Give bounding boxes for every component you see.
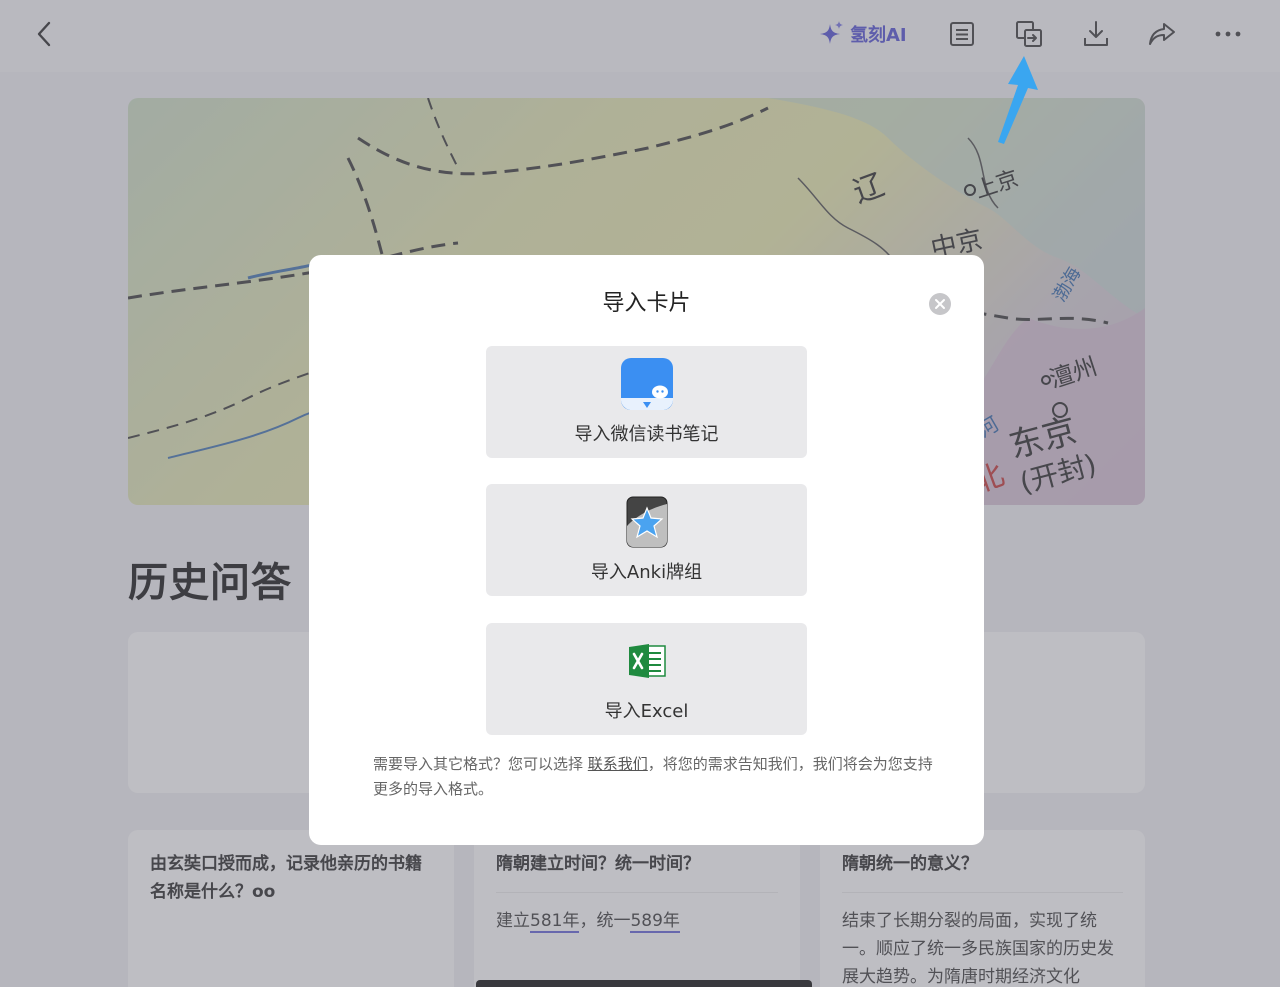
dialog-title: 导入卡片 [602,291,691,316]
anki-icon [621,496,673,548]
close-icon [935,299,945,309]
option-label: 导入微信读书笔记 [574,424,719,445]
contact-us-link[interactable]: 联系我们 [588,755,648,773]
import-anki-button[interactable]: 导入Anki牌组 [486,484,807,596]
option-label: 导入Anki牌组 [590,562,703,583]
pointer-arrow-icon [998,56,1038,144]
dialog-note: 需要导入其它格式？您可以选择 联系我们，将您的需求告知我们，我们将会为您支持更多… [373,752,933,802]
option-label: 导入Excel [604,701,689,722]
import-excel-button[interactable]: 导入Excel [486,623,807,735]
close-button[interactable] [929,293,951,315]
note-text: 需要导入其它格式？您可以选择 [373,755,588,773]
import-weread-button[interactable]: 导入微信读书笔记 [486,346,807,458]
weread-icon [620,358,673,410]
excel-icon [621,635,673,687]
import-cards-dialog: 导入卡片 导入微信读书笔记 导入Anki牌组 导入Excel 需要导入其它格式？… [309,255,984,845]
